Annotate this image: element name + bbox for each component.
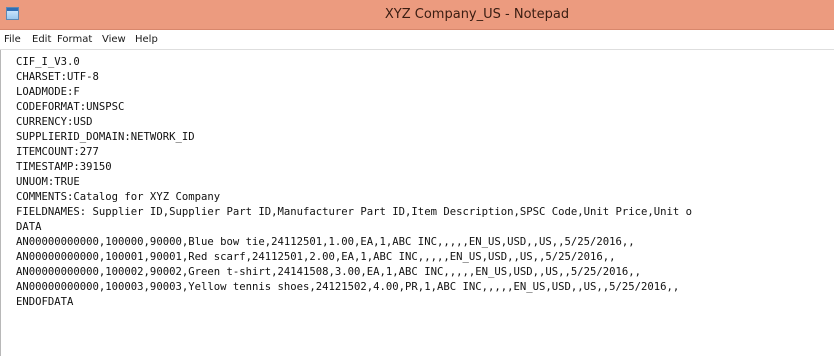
menu-file[interactable]: File bbox=[4, 34, 21, 45]
text-line: CHARSET:UTF-8 bbox=[16, 71, 99, 83]
window-title: XYZ Company_US - Notepad bbox=[384, 7, 570, 22]
text-line: AN00000000000,100001,90001,Red scarf,241… bbox=[16, 251, 616, 263]
menu-format[interactable]: Format bbox=[57, 34, 92, 45]
text-line: DATA bbox=[16, 221, 42, 233]
menu-help[interactable]: Help bbox=[135, 34, 158, 45]
notepad-window: XYZ Company_US - Notepad File Edit Forma… bbox=[0, 0, 834, 356]
text-line: TIMESTAMP:39150 bbox=[16, 161, 112, 173]
menu-view[interactable]: View bbox=[102, 34, 126, 45]
text-line: CIF_I_V3.0 bbox=[16, 56, 80, 68]
title-bar[interactable]: XYZ Company_US - Notepad bbox=[0, 0, 834, 30]
text-line: LOADMODE:F bbox=[16, 86, 80, 98]
text-line: CURRENCY:USD bbox=[16, 116, 93, 128]
text-line: SUPPLIERID_DOMAIN:NETWORK_ID bbox=[16, 131, 195, 143]
text-line: AN00000000000,100000,90000,Blue bow tie,… bbox=[16, 236, 635, 248]
text-line: FIELDNAMES: Supplier ID,Supplier Part ID… bbox=[16, 206, 693, 218]
menu-bar: File Edit Format View Help bbox=[0, 30, 834, 50]
text-line: AN00000000000,100003,90003,Yellow tennis… bbox=[16, 281, 680, 293]
menu-edit[interactable]: Edit bbox=[32, 34, 51, 45]
text-line: AN00000000000,100002,90002,Green t-shirt… bbox=[16, 266, 642, 278]
text-line: COMMENTS:Catalog for XYZ Company bbox=[16, 191, 221, 203]
text-line: ENDOFDATA bbox=[16, 296, 74, 308]
text-editor[interactable]: CIF_I_V3.0 CHARSET:UTF-8 LOADMODE:F CODE… bbox=[0, 50, 834, 356]
text-line: ITEMCOUNT:277 bbox=[16, 146, 99, 158]
text-line: CODEFORMAT:UNSPSC bbox=[16, 101, 125, 113]
text-line: UNUOM:TRUE bbox=[16, 176, 80, 188]
